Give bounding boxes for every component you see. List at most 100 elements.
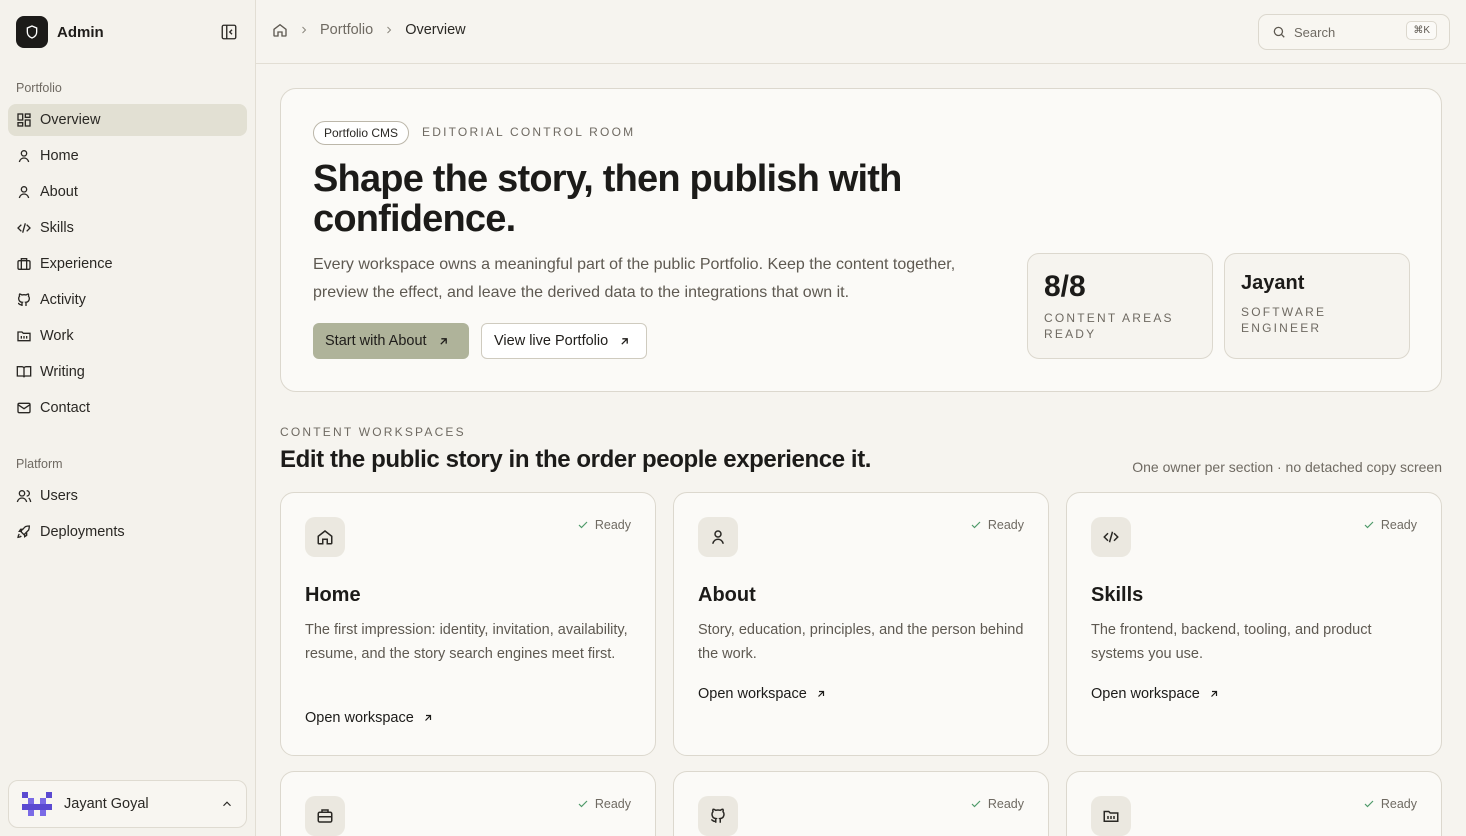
open-workspace-link[interactable]: Open workspace [1091,686,1220,702]
view-live-portfolio-button[interactable]: View live Portfolio [481,323,647,359]
breadcrumb-overview: Overview [405,22,466,38]
status-badge: Ready [1363,797,1417,811]
check-icon [1364,800,1374,808]
stat-label: SOFTWARE ENGINEER [1241,305,1327,335]
sidebar-item-label: Writing [40,364,85,380]
check-icon [578,800,588,808]
code-icon [1091,517,1131,557]
arrow-up-right-icon [1210,690,1217,697]
sidebar-item-experience[interactable]: Experience [8,248,247,280]
status-badge: Ready [577,518,631,532]
stat-value: 8/8 [1044,270,1086,303]
section-title: Edit the public story in the order peopl… [280,446,872,473]
card-title: Skills [1091,584,1144,606]
workspace-card-activity[interactable]: Ready [673,771,1049,836]
hero-description: Every workspace owns a meaningful part o… [313,256,956,301]
status-label: Ready [1380,797,1417,811]
check-icon [1364,521,1374,529]
sidebar-item-label: Work [40,328,74,344]
sidebar-item-label: Skills [40,220,74,236]
folder-icon [1091,796,1131,836]
status-label: Ready [594,518,631,532]
card-description: The frontend, backend, tooling, and prod… [1091,622,1372,662]
link-label: Open workspace [305,710,414,726]
user-icon [698,517,738,557]
check-icon [578,521,588,529]
start-with-about-button[interactable]: Start with About [313,323,469,359]
sidebar-item-label: Home [40,148,79,164]
section-note: One owner per section · no detached copy… [1132,459,1442,475]
card-title: Home [305,584,361,606]
stat-owner: Jayant SOFTWARE ENGINEER [1224,253,1410,359]
sidebar-item-label: Deployments [40,524,125,540]
workspace-card-about[interactable]: Ready About Story, education, principles… [673,492,1049,756]
hero-eyebrow: EDITORIAL CONTROL ROOM [422,125,636,139]
hero-pill: Portfolio CMS [313,121,410,145]
search-input[interactable]: Search ⌘K [1258,14,1450,50]
home-icon [305,517,345,557]
status-label: Ready [1380,518,1417,532]
code-icon [17,223,31,233]
workspace-card-home[interactable]: Ready Home The first impression: identit… [280,492,656,756]
group-label-platform: Platform [16,457,63,471]
status-badge: Ready [577,797,631,811]
open-workspace-link[interactable]: Open workspace [305,710,434,726]
users-icon [16,490,32,503]
card-description: Story, education, principles, and the pe… [698,622,1024,662]
user-icon [18,150,30,163]
mail-icon [17,402,31,414]
search-placeholder: Search [1294,24,1336,40]
hero-card: Portfolio CMS EDITORIAL CONTROL ROOM Sha… [280,88,1442,392]
user-menu[interactable]: Jayant Goyal [8,780,247,828]
grid-icon [17,113,31,127]
sidebar-item-home[interactable]: Home [8,140,247,172]
arrow-up-right-icon [621,337,629,345]
status-badge: Ready [970,797,1024,811]
stat-label: CONTENT AREAS READY [1044,311,1174,341]
brand[interactable]: Admin [16,16,104,48]
workspace-card-skills[interactable]: Ready Skills The frontend, backend, tool… [1066,492,1442,756]
sidebar-item-contact[interactable]: Contact [8,392,247,424]
chevron-right-icon [302,26,307,34]
stat-content-areas: 8/8 CONTENT AREAS READY [1027,253,1213,359]
book-icon [16,366,32,378]
home-icon[interactable] [272,22,288,38]
sidebar-item-about[interactable]: About [8,176,247,208]
workspace-card-experience[interactable]: Ready [280,771,656,836]
brand-name: Admin [57,23,104,41]
sidebar-item-deployments[interactable]: Deployments [8,516,247,548]
button-label: View live Portfolio [494,333,609,349]
sidebar-item-label: Users [40,488,78,504]
search-icon [1273,26,1285,38]
workspace-card-work[interactable]: Ready [1066,771,1442,836]
sidebar-collapse-icon[interactable] [218,21,240,43]
sidebar-item-skills[interactable]: Skills [8,212,247,244]
user-icon [18,186,30,199]
status-label: Ready [987,797,1024,811]
link-label: Open workspace [1091,686,1200,702]
briefcase-icon [305,796,345,836]
arrow-up-right-icon [439,337,447,345]
sidebar-item-overview[interactable]: Overview [8,104,247,136]
avatar [22,792,52,816]
button-label: Start with About [325,333,427,349]
sidebar-item-label: About [40,184,78,200]
arrow-up-right-icon [424,714,431,721]
check-icon [971,521,981,529]
topbar: Portfolio Overview Search ⌘K [256,0,1466,64]
rocket-icon [17,525,31,539]
sidebar-item-users[interactable]: Users [8,480,247,512]
status-label: Ready [987,518,1024,532]
chevron-right-icon [387,26,392,34]
folder-icon [17,331,31,342]
chevron-up-icon [223,801,231,807]
card-title: About [698,584,756,606]
card-description: The first impression: identity, invitati… [305,622,628,662]
breadcrumb-portfolio[interactable]: Portfolio [320,22,373,38]
open-workspace-link[interactable]: Open workspace [698,686,827,702]
status-label: Ready [594,797,631,811]
sidebar-item-work[interactable]: Work [8,320,247,352]
status-badge: Ready [970,518,1024,532]
sidebar-item-writing[interactable]: Writing [8,356,247,388]
sidebar-item-activity[interactable]: Activity [8,284,247,316]
